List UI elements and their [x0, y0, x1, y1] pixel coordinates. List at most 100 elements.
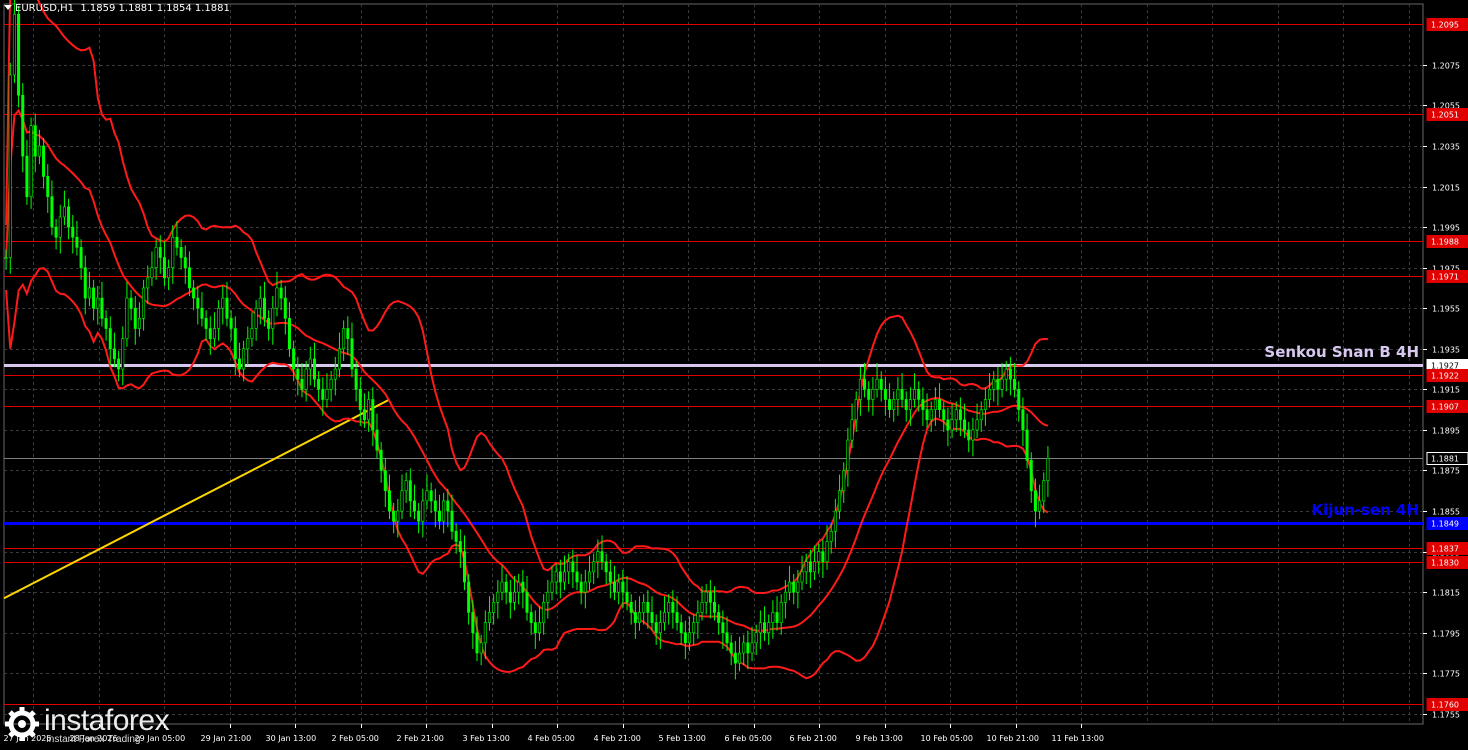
candle-body	[900, 389, 904, 400]
candle-body	[521, 581, 525, 593]
candle-body	[958, 409, 962, 421]
candle-body	[475, 632, 479, 654]
candle-body	[342, 328, 346, 350]
y-tick-label: 1.1955	[1432, 305, 1460, 314]
candle-body	[1004, 368, 1008, 380]
x-tick-label: 10 Feb 21:00	[987, 734, 1039, 743]
candle-body	[675, 612, 679, 623]
candle-body	[908, 399, 912, 410]
x-tick-label: 3 Feb 13:00	[463, 734, 510, 743]
price-chart[interactable]: Senkou Snan B 4H Kijun-sen 4H 1.2075 1.205…	[0, 0, 1468, 750]
support-trendline	[3, 398, 390, 600]
candle-body	[12, 13, 16, 76]
candle-body	[396, 510, 400, 522]
candle-body	[696, 612, 700, 623]
bb-upper-line	[5, 0, 1048, 594]
candle-body	[146, 277, 150, 289]
candle-body	[775, 612, 779, 623]
price-level-label: 1.1971	[1431, 273, 1459, 282]
dropdown-triangle-icon[interactable]	[4, 5, 12, 10]
candle-body	[742, 642, 746, 654]
candle-body	[433, 500, 437, 512]
candle-body	[1021, 409, 1025, 431]
candle-body	[508, 591, 512, 603]
candle-body	[354, 368, 358, 390]
candle-body	[242, 348, 246, 370]
candle-body	[142, 287, 146, 319]
level-annotation: Senkou Snan B 4H	[1264, 343, 1419, 361]
x-tick-label: 4 Feb 05:00	[528, 734, 575, 743]
candle-body	[921, 399, 925, 410]
candle-body	[942, 409, 946, 421]
candle-body	[571, 561, 575, 573]
candle-body	[446, 500, 450, 512]
candle-body	[387, 490, 391, 512]
candle-body	[467, 581, 471, 613]
candle-body	[688, 632, 692, 644]
candle-body	[583, 581, 587, 593]
candle-body	[796, 581, 800, 593]
x-tick-label: 9 Feb 13:00	[856, 734, 903, 743]
candle-body	[904, 399, 908, 410]
trendline[interactable]	[3, 398, 390, 600]
price-level-label: 1.1830	[1431, 559, 1459, 568]
candle-body	[25, 155, 29, 197]
candle-body	[262, 297, 266, 319]
level-annotation: Kijun-sen 4H	[1312, 501, 1419, 519]
candle-body	[996, 378, 1000, 390]
candle-body	[892, 399, 896, 410]
candle-body	[392, 510, 396, 522]
candle-body	[838, 490, 842, 512]
candle-body	[208, 328, 212, 339]
candle-body	[1042, 480, 1046, 502]
x-tick-label: 30 Jan 13:00	[266, 734, 317, 743]
candle-body	[100, 297, 104, 319]
candle-body	[246, 338, 250, 350]
y-tick-label: 1.1755	[1432, 711, 1460, 720]
candle-body	[225, 297, 229, 319]
candle-body	[4, 257, 8, 259]
candle-body	[713, 602, 717, 613]
candle-body	[454, 531, 458, 542]
candle-body	[963, 419, 967, 431]
candle-body	[542, 602, 546, 623]
candle-body	[546, 591, 550, 603]
candle-body	[200, 307, 204, 319]
candle-body	[217, 307, 221, 329]
candle-body	[375, 429, 379, 451]
candle-body	[154, 247, 158, 268]
candle-body	[829, 531, 833, 542]
candle-body	[512, 591, 516, 603]
candle-body	[533, 622, 537, 634]
candle-body	[37, 145, 41, 157]
candle-body	[437, 510, 441, 522]
y-tick-label: 1.1995	[1432, 224, 1460, 233]
candle-body	[992, 378, 996, 390]
candle-body	[279, 287, 283, 299]
y-tick-label: 1.1795	[1432, 630, 1460, 639]
candle-body	[133, 307, 137, 329]
candle-body	[563, 571, 567, 583]
candle-body	[879, 378, 883, 390]
price-axis[interactable]: 1.20751.20551.20351.20151.19951.19751.19…	[1423, 18, 1468, 720]
candle-body	[758, 622, 762, 634]
candle-body	[738, 652, 742, 664]
candle-body	[938, 399, 942, 410]
candle-body	[896, 389, 900, 400]
candle-body	[517, 581, 521, 593]
candle-body	[129, 297, 133, 309]
candle-body	[125, 297, 129, 339]
candle-body	[850, 419, 854, 441]
candle-body	[487, 612, 491, 623]
candle-body	[704, 591, 708, 603]
candle-body	[629, 602, 633, 613]
candle-body	[608, 571, 612, 583]
candle-body	[946, 419, 950, 431]
candle-body	[658, 622, 662, 634]
y-tick-label: 1.1915	[1432, 386, 1460, 395]
candle-body	[1000, 378, 1004, 390]
candle-body	[304, 368, 308, 390]
candle-body	[312, 358, 316, 380]
candle-body	[567, 561, 571, 573]
y-tick-label: 1.1855	[1432, 508, 1460, 517]
